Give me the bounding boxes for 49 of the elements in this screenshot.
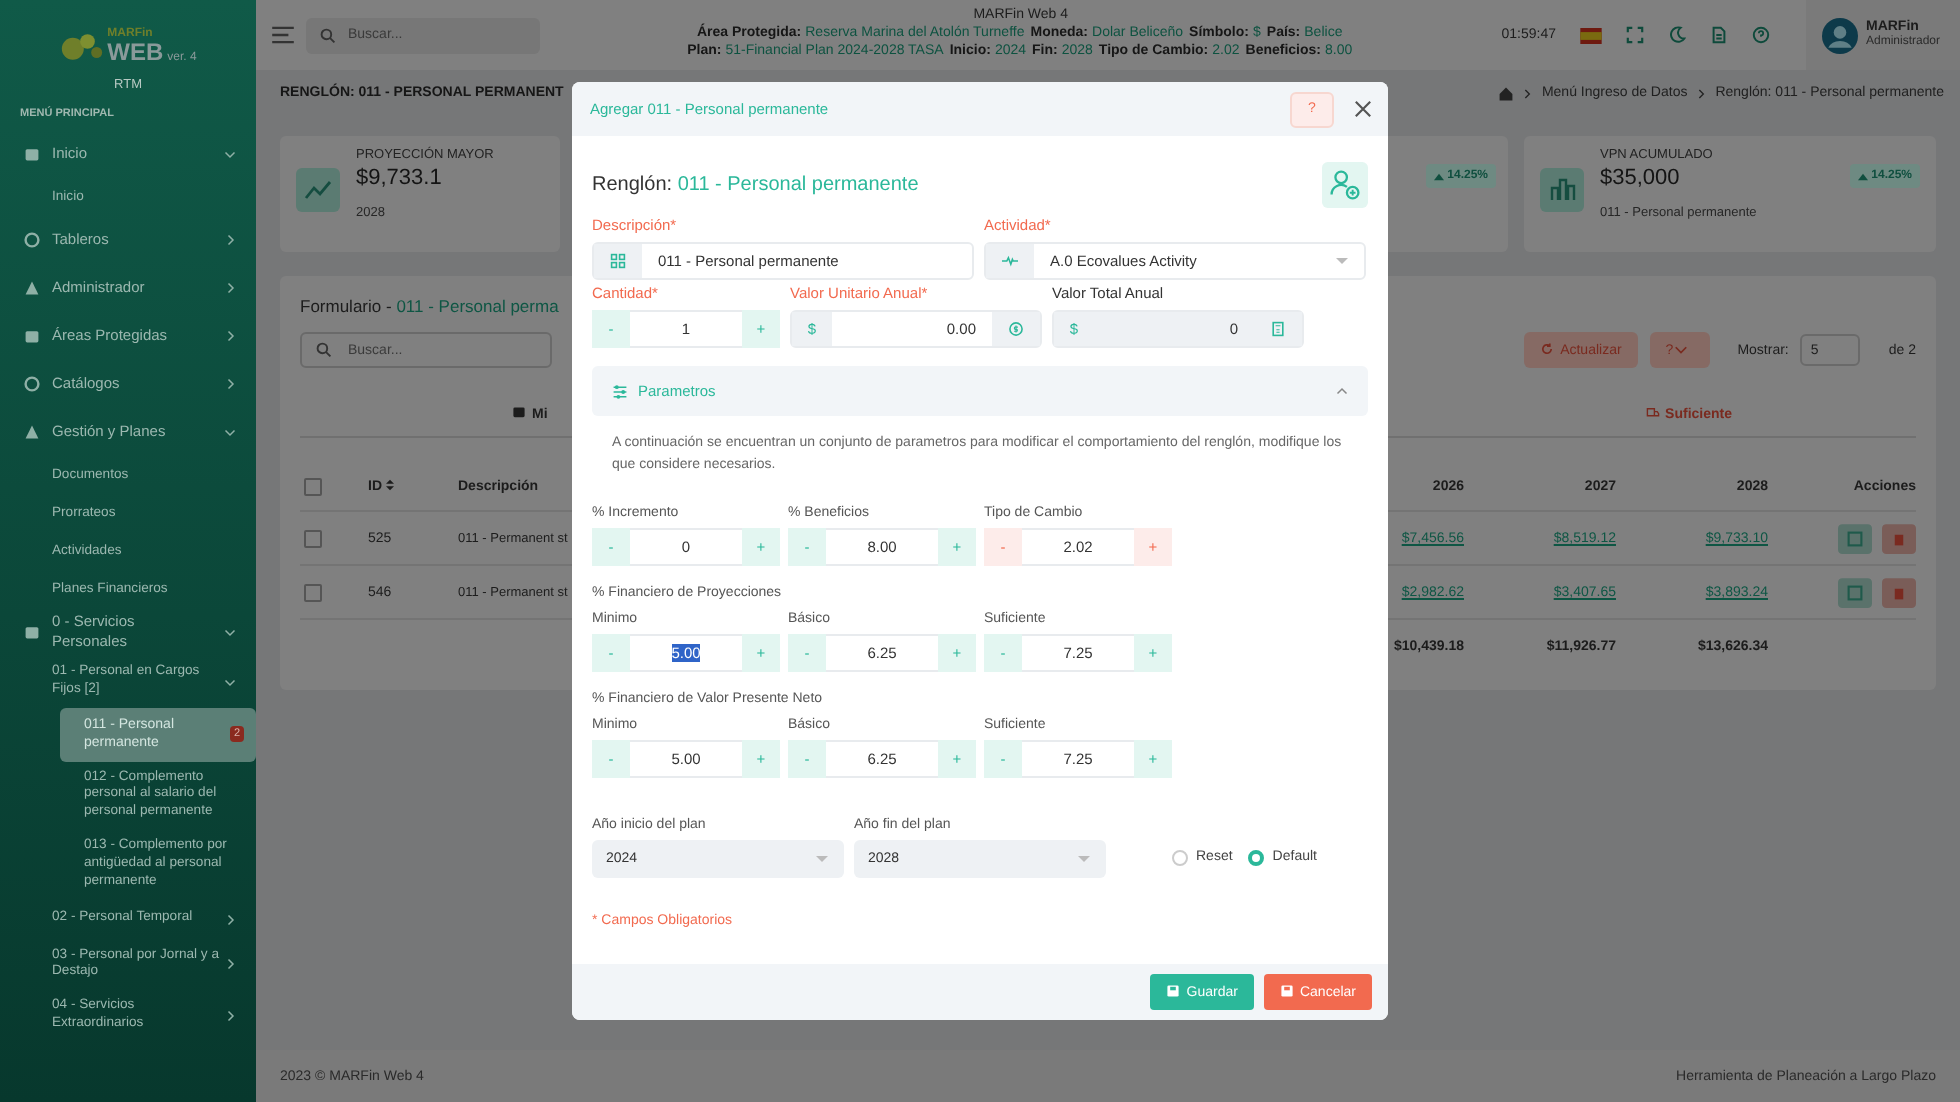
bar-chart-icon <box>1540 168 1584 212</box>
menu-glyph-icon <box>24 146 40 162</box>
caret-icon <box>1673 342 1688 356</box>
stat-value: $9,733.1 <box>356 166 444 190</box>
card-title: Formulario - <box>300 296 394 316</box>
menu-glyph-icon <box>24 376 40 392</box>
row-heading: Renglón: 011 - Personal permanente <box>592 173 919 195</box>
up-triangle-icon <box>1433 171 1444 181</box>
menu-glyph-icon <box>24 280 40 296</box>
dollar-coin-icon <box>992 312 1040 346</box>
menu-icon[interactable] <box>272 26 294 44</box>
checkbox[interactable] <box>304 529 322 547</box>
flag-icon[interactable] <box>1579 27 1602 43</box>
search-icon <box>316 342 332 358</box>
chevron-icon <box>1697 87 1706 99</box>
sliders-icon <box>612 383 628 399</box>
menu-glyph-icon <box>24 232 40 248</box>
refresh-icon <box>1540 342 1555 356</box>
help-icon[interactable] <box>1751 26 1770 44</box>
bubbles-logo-icon <box>59 30 104 64</box>
truck-icon <box>1645 406 1660 420</box>
logo-text: WEB <box>107 40 164 64</box>
stat-value: $35,000 <box>1600 166 1682 190</box>
fullscreen-icon[interactable] <box>1625 26 1644 44</box>
close-icon[interactable] <box>1354 100 1372 118</box>
radio-button[interactable] <box>1248 849 1265 865</box>
add-user-icon[interactable] <box>1322 161 1368 207</box>
document-icon[interactable] <box>1709 26 1728 44</box>
chevron-icon <box>1523 87 1532 99</box>
line-chart-icon <box>296 168 340 212</box>
pulse-icon <box>986 244 1034 278</box>
menu-glyph-icon <box>24 624 40 640</box>
edit-icon[interactable] <box>1838 523 1872 553</box>
moon-icon[interactable] <box>1667 26 1686 44</box>
edit-icon[interactable] <box>1838 577 1872 607</box>
avatar-icon[interactable] <box>1821 17 1858 53</box>
trash-icon[interactable] <box>1882 523 1916 553</box>
search-icon <box>320 27 336 43</box>
menu-glyph-icon <box>24 424 40 440</box>
trash-icon[interactable] <box>1882 577 1916 607</box>
card-title-accent: 011 - Personal perma <box>396 296 559 316</box>
sort-icon <box>386 478 394 492</box>
radio-button[interactable] <box>1172 849 1188 865</box>
grid-icon <box>594 244 642 278</box>
menu-glyph-icon <box>24 328 40 344</box>
checkbox[interactable] <box>304 477 322 495</box>
home-icon[interactable] <box>1497 85 1514 101</box>
checkbox[interactable] <box>304 583 322 601</box>
up-triangle-icon <box>1857 171 1868 181</box>
